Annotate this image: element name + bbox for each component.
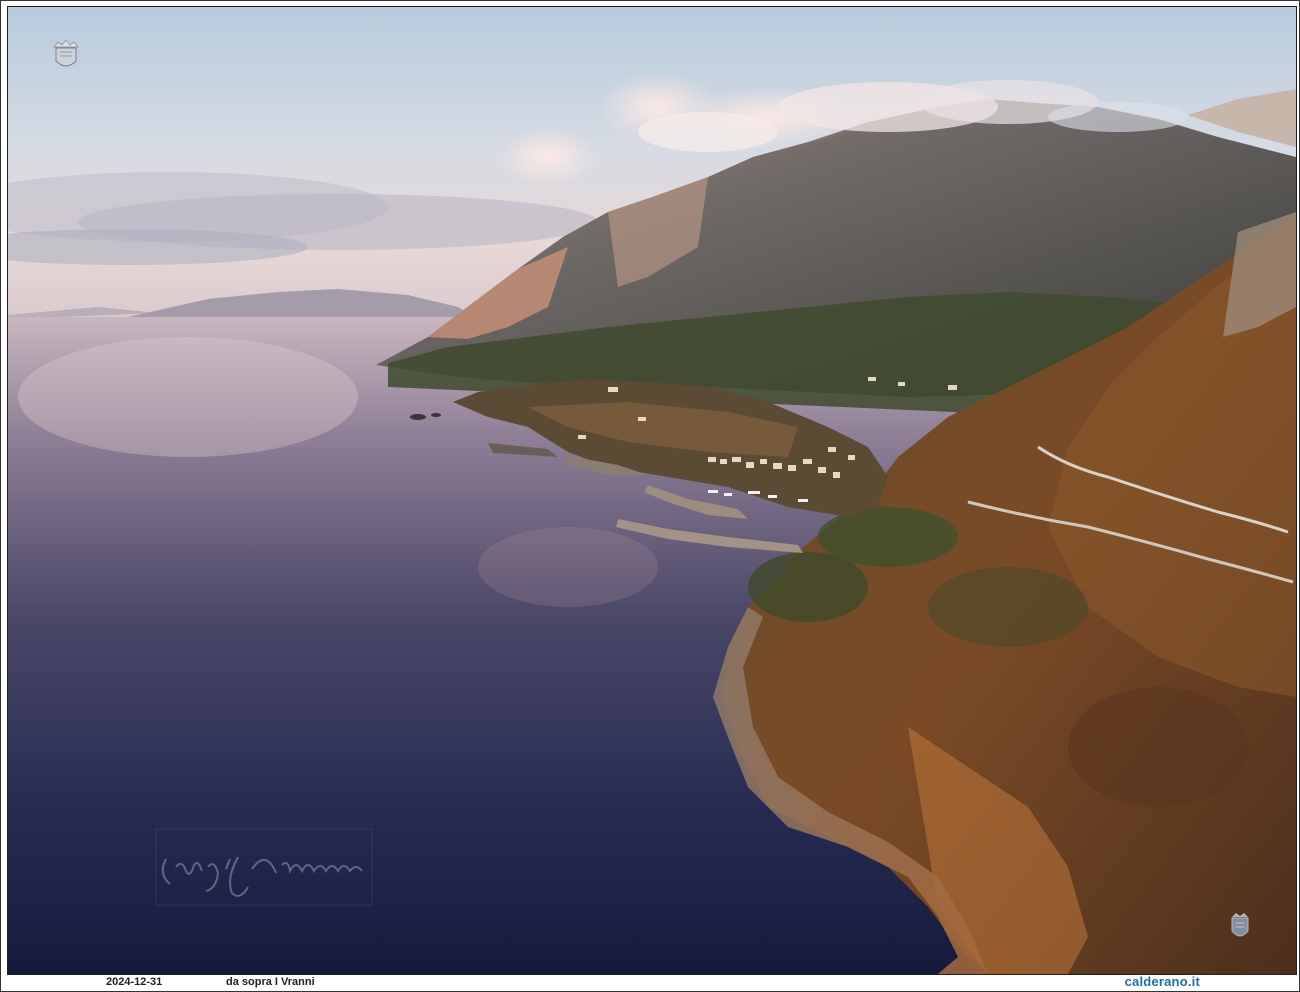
municipal-shield-logo (1231, 913, 1249, 937)
photo-date: 2024-12-31 (106, 976, 163, 988)
caption-bar: 2024-12-31 da sopra I Vranni calderano.i… (7, 974, 1295, 990)
page-frame: 2024-12-31 da sopra I Vranni calderano.i… (0, 0, 1300, 992)
site-link[interactable]: calderano.it (1125, 974, 1200, 989)
photo-description: da sopra I Vranni (226, 976, 315, 988)
photo-illustration (8, 7, 1296, 974)
aerial-coast-photo (7, 6, 1297, 975)
coat-of-arms-logo (53, 39, 79, 67)
